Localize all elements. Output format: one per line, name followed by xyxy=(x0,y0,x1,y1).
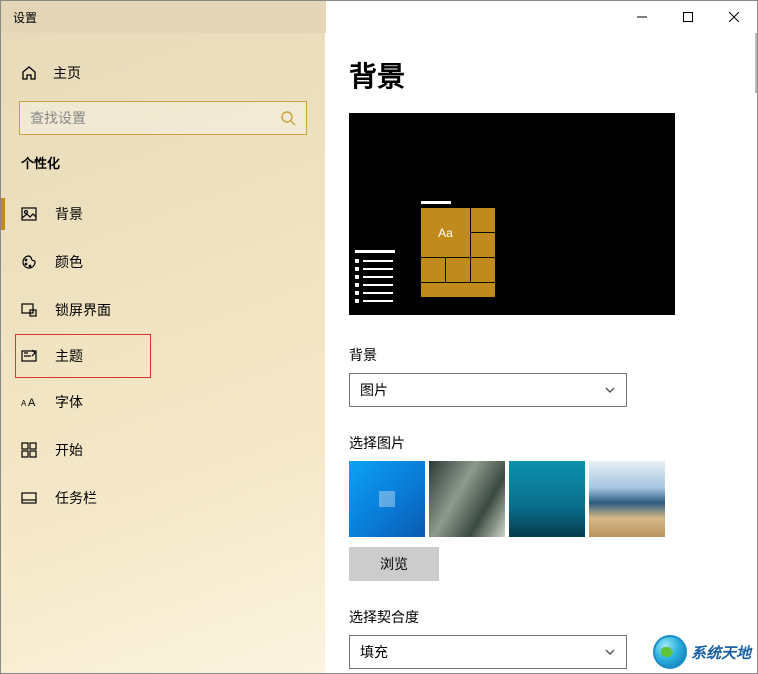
thumbnail-3[interactable] xyxy=(509,461,585,537)
home-icon xyxy=(21,65,37,81)
browse-label: 浏览 xyxy=(380,554,408,574)
thumbnail-1[interactable] xyxy=(349,461,425,537)
choose-image-label: 选择图片 xyxy=(349,433,733,453)
watermark: 系统天地 xyxy=(653,635,751,669)
nav-item-start[interactable]: 开始 xyxy=(1,426,325,474)
scrollbar[interactable] xyxy=(755,33,757,93)
thumbnail-2[interactable] xyxy=(429,461,505,537)
nav-label: 背景 xyxy=(55,204,83,224)
maximize-icon xyxy=(683,12,693,22)
globe-icon xyxy=(653,635,687,669)
category-title: 个性化 xyxy=(1,153,325,172)
search-icon xyxy=(280,110,296,126)
search-container xyxy=(19,101,307,135)
nav-label: 字体 xyxy=(55,392,83,412)
window-title: 设置 xyxy=(1,9,37,26)
svg-text:A: A xyxy=(21,399,27,408)
preview-tile-sample: Aa xyxy=(421,208,470,257)
titlebar: 设置 xyxy=(1,1,757,33)
nav-label: 任务栏 xyxy=(55,488,97,508)
lockscreen-icon xyxy=(21,302,37,318)
background-type-dropdown[interactable]: 图片 xyxy=(349,373,627,407)
minimize-button[interactable] xyxy=(619,1,665,33)
window-controls xyxy=(619,1,757,33)
search-input[interactable] xyxy=(30,110,280,126)
image-thumbnails xyxy=(349,461,733,537)
theme-icon xyxy=(21,348,37,364)
search-box[interactable] xyxy=(19,101,307,135)
chevron-down-icon xyxy=(604,384,616,396)
home-label: 主页 xyxy=(53,63,81,83)
taskbar-icon xyxy=(21,490,37,506)
sidebar: 主页 个性化 背景 颜色 锁屏 xyxy=(1,33,325,673)
picture-icon xyxy=(21,206,37,222)
nav-item-colors[interactable]: 颜色 xyxy=(1,238,325,286)
maximize-button[interactable] xyxy=(665,1,711,33)
nav-item-background[interactable]: 背景 xyxy=(1,190,325,238)
nav-label: 锁屏界面 xyxy=(55,300,111,320)
svg-text:A: A xyxy=(28,397,36,409)
dropdown-value: 图片 xyxy=(360,380,388,400)
preview-startmenu xyxy=(355,250,415,307)
settings-window: 设置 主页 个性化 xyxy=(0,0,758,674)
fit-label: 选择契合度 xyxy=(349,607,733,627)
close-button[interactable] xyxy=(711,1,757,33)
desktop-preview: Aa xyxy=(349,113,675,315)
nav-item-fonts[interactable]: AA 字体 xyxy=(1,378,325,426)
home-link[interactable]: 主页 xyxy=(1,53,325,93)
nav-label: 开始 xyxy=(55,440,83,460)
dropdown-value: 填充 xyxy=(360,642,388,662)
close-icon xyxy=(729,12,739,22)
preview-tiles: Aa xyxy=(421,201,495,307)
browse-button[interactable]: 浏览 xyxy=(349,547,439,581)
page-title: 背景 xyxy=(349,55,733,95)
nav-item-taskbar[interactable]: 任务栏 xyxy=(1,474,325,522)
nav-label: 主题 xyxy=(55,346,83,366)
thumbnail-4[interactable] xyxy=(589,461,665,537)
nav-label: 颜色 xyxy=(55,252,83,272)
content-area: 背景 Aa xyxy=(325,33,757,673)
font-icon: AA xyxy=(21,394,37,410)
watermark-text: 系统天地 xyxy=(691,642,751,663)
nav-item-lockscreen[interactable]: 锁屏界面 xyxy=(1,286,325,334)
window-body: 主页 个性化 背景 颜色 锁屏 xyxy=(1,33,757,673)
palette-icon xyxy=(21,254,37,270)
start-icon xyxy=(21,442,37,458)
fit-dropdown[interactable]: 填充 xyxy=(349,635,627,669)
chevron-down-icon xyxy=(604,646,616,658)
background-label: 背景 xyxy=(349,345,733,365)
minimize-icon xyxy=(637,12,647,22)
nav-list: 背景 颜色 锁屏界面 主题 AA 字体 xyxy=(1,190,325,522)
nav-item-themes[interactable]: 主题 xyxy=(15,334,151,378)
